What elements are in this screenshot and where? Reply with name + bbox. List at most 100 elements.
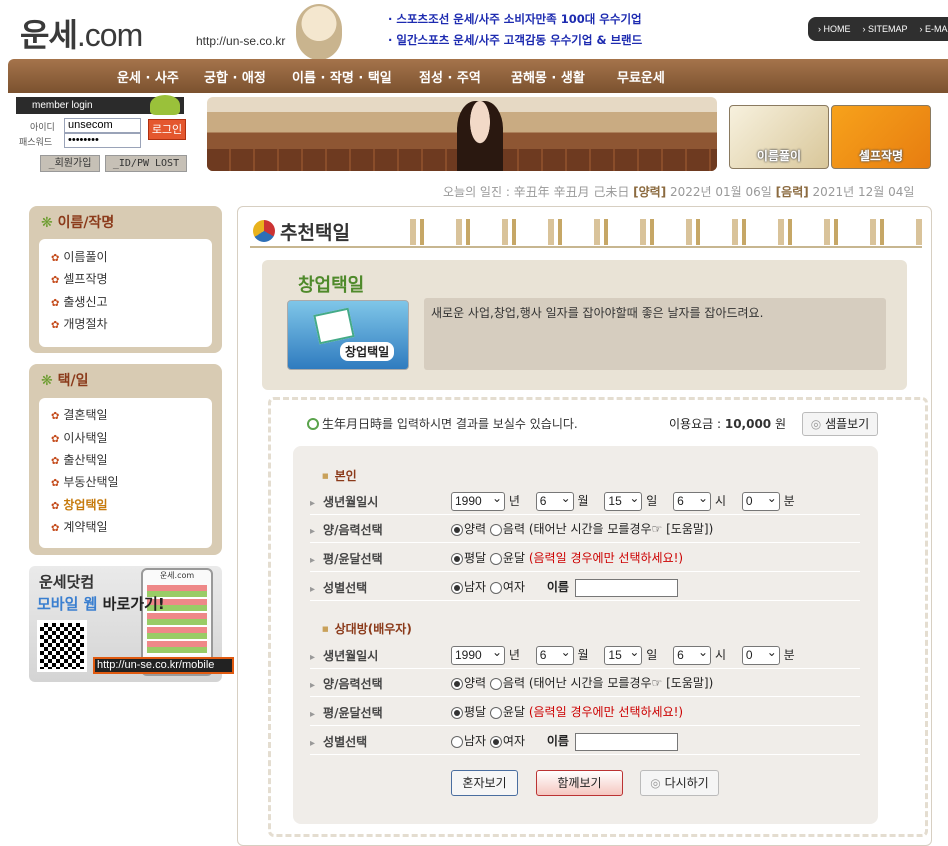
self-gender-label: 성별선택	[310, 579, 367, 596]
partner-lunar-label: 양/음력선택	[310, 675, 383, 692]
sidebar-item-rename[interactable]: 개명절차	[51, 315, 107, 332]
self-day-select[interactable]: 15	[604, 490, 643, 511]
self-leap-label: 평/윤달선택	[310, 550, 383, 567]
login-icon	[150, 95, 180, 115]
id-label: 아이디	[30, 123, 55, 133]
calendar-icon-label: 창업택일	[340, 342, 395, 361]
id-input[interactable]: unsecom	[64, 118, 141, 133]
partner-solar-radio[interactable]	[451, 677, 463, 690]
site-url: http://un-se.co.kr	[196, 34, 286, 48]
reset-button[interactable]: ◎ 다시하기	[640, 770, 719, 796]
partner-male-radio[interactable]	[451, 735, 463, 748]
partner-hour-select[interactable]: 6	[673, 644, 712, 665]
main-banner[interactable]	[207, 97, 717, 171]
partner-leap-label: 평/윤달선택	[310, 704, 383, 721]
partner-female-radio[interactable]	[489, 735, 502, 748]
mascot-image	[296, 4, 342, 60]
sitemap-link[interactable]: › SITEMAP	[863, 24, 908, 34]
self-birth-row: 생년월일시 1990 년 6 월 15 일 6 시 0 분	[310, 487, 860, 515]
partner-lunar-help-link[interactable]: (태어난 시간을 모를경우☞ [도움말])	[525, 676, 713, 690]
self-leap-month-radio[interactable]	[489, 552, 502, 565]
self-hour-select[interactable]: 6	[673, 490, 712, 511]
promo-self-naming[interactable]: 셀프작명	[831, 105, 931, 169]
self-lunar-row: 양/음력선택 양력 음력 (태어난 시간을 모를경우☞ [도움말])	[310, 515, 860, 543]
qr-code-image	[37, 620, 87, 672]
view-alone-button[interactable]: 혼자보기	[451, 770, 518, 796]
self-lunar-radio[interactable]	[489, 523, 502, 536]
site-logo[interactable]: 운세.com	[20, 10, 143, 56]
form-intro: 生年月日時를 입력하시면 결과를 보실수 있습니다.	[307, 417, 578, 431]
calendar-icon: 창업택일	[287, 300, 409, 370]
sidebar-group-dates: ❋ 택/일 결혼택일 이사택일 출산택일 부동산택일 창업택일 계약택일	[29, 364, 222, 555]
id-pw-lost-button[interactable]: _ID/PW LOST	[105, 155, 187, 172]
mobile-banner-subtitle: 모바일 웹 바로가기!	[37, 595, 165, 613]
self-solar-radio[interactable]	[451, 523, 463, 536]
sidebar-item-birth[interactable]: 출산택일	[51, 451, 107, 468]
page-title-icon	[253, 220, 275, 242]
nav-item-astro[interactable]: 점성 · 주역	[419, 67, 481, 86]
nav-item-fortune[interactable]: 운세 · 사주	[117, 67, 179, 86]
partner-gender-label: 성별선택	[310, 733, 367, 750]
nav-item-naming[interactable]: 이름 · 작명 · 택일	[292, 67, 392, 86]
mobile-banner[interactable]: 운세.com 운세닷컴 모바일 웹 바로가기! http://un-se.co.…	[29, 566, 234, 682]
self-month-select[interactable]: 6	[535, 490, 574, 511]
self-female-radio[interactable]	[489, 581, 502, 594]
partner-minute-select[interactable]: 0	[741, 644, 780, 665]
self-minute-select[interactable]: 0	[741, 490, 780, 511]
title-divider	[250, 246, 922, 248]
nav-item-compat[interactable]: 궁합 · 애정	[204, 67, 266, 86]
partner-gender-row: 성별선택 남자 여자 이름	[310, 727, 860, 755]
headline-2[interactable]: · 일간스포츠 운세/사주 고객감동 우수기업 & 브랜드	[388, 32, 642, 48]
partner-leap-month-radio[interactable]	[489, 706, 502, 719]
sidebar-item-contract[interactable]: 계약택일	[51, 518, 107, 535]
today-date-line: 오늘의 일진 : 辛丑年 辛丑月 己未日 [양력] 2022년 01월 06일 …	[443, 185, 915, 199]
partner-day-select[interactable]: 15	[604, 644, 643, 665]
headline-1[interactable]: · 스포츠조선 운세/사주 소비자만족 100대 우수기업	[388, 11, 642, 27]
partner-month-select[interactable]: 6	[535, 644, 574, 665]
self-lunar-label: 양/음력선택	[310, 521, 383, 538]
sidebar-item-startup[interactable]: 창업택일	[51, 496, 107, 513]
join-button[interactable]: _회원가입	[40, 155, 100, 172]
self-normal-month-radio[interactable]	[451, 552, 463, 565]
main-nav: 운세 · 사주 궁합 · 애정 이름 · 작명 · 택일 점성 · 주역 꿈해몽…	[8, 59, 948, 93]
partner-name-input[interactable]	[574, 732, 678, 751]
partner-leap-row: 평/윤달선택 평달 윤달 (음력일 경우에만 선택하세요!)	[310, 698, 860, 726]
self-leap-row: 평/윤달선택 평달 윤달 (음력일 경우에만 선택하세요!)	[310, 544, 860, 572]
partner-normal-month-radio[interactable]	[451, 706, 463, 719]
sidebar-group-naming: ❋ 이름/작명 이름풀이 셀프작명 출생신고 개명절차	[29, 206, 222, 353]
nav-item-free[interactable]: 무료운세	[617, 67, 665, 86]
sidebar-title-naming: ❋ 이름/작명	[41, 215, 115, 231]
self-male-radio[interactable]	[451, 581, 463, 594]
partner-birth-row: 생년월일시 1990 년 6 월 15 일 6 시 0 분	[310, 641, 860, 669]
sidebar-item-birth-report[interactable]: 출생신고	[51, 293, 107, 310]
login-button[interactable]: 로그인	[148, 119, 186, 140]
pw-input[interactable]: ••••••••	[64, 133, 141, 148]
sidebar-item-moving[interactable]: 이사택일	[51, 429, 107, 446]
sample-button[interactable]: ◎ 샘플보기	[802, 412, 878, 436]
self-year-select[interactable]: 1990	[451, 490, 505, 511]
view-together-button[interactable]: 함께보기	[536, 770, 623, 796]
partner-lunar-radio[interactable]	[489, 677, 502, 690]
partner-birth-label: 생년월일시	[310, 647, 378, 664]
partner-lunar-row: 양/음력선택 양력 음력 (태어난 시간을 모를경우☞ [도움말])	[310, 669, 860, 697]
promo-name-reading[interactable]: 이름풀이	[729, 105, 829, 169]
home-link[interactable]: › HOME	[818, 24, 851, 34]
nav-item-dream[interactable]: 꿈해몽 · 생활	[511, 67, 585, 86]
top-menu: › HOME › SITEMAP › E-MAIL	[808, 17, 948, 41]
mobile-banner-title: 운세닷컴	[39, 573, 95, 591]
page-title: 추천택일	[280, 222, 350, 244]
email-link[interactable]: › E-MAIL	[920, 24, 948, 34]
section-partner: 상대방(배우자)	[322, 620, 412, 637]
sidebar-item-name-reading[interactable]: 이름풀이	[51, 248, 107, 265]
sidebar-item-wedding[interactable]: 결혼택일	[51, 406, 107, 423]
partner-year-select[interactable]: 1990	[451, 644, 505, 665]
lunar-help-link[interactable]: (태어난 시간을 모를경우☞ [도움말])	[525, 522, 713, 536]
self-birth-label: 생년월일시	[310, 493, 378, 510]
pw-label: 패스워드	[19, 138, 53, 148]
sidebar-title-dates: ❋ 택/일	[41, 373, 89, 389]
sidebar-item-self-naming[interactable]: 셀프작명	[51, 270, 107, 287]
section-self: 본인	[322, 467, 357, 484]
mobile-url-link[interactable]: http://un-se.co.kr/mobile	[93, 657, 234, 674]
sidebar-item-realestate[interactable]: 부동산택일	[51, 473, 118, 490]
self-name-input[interactable]	[574, 578, 678, 597]
